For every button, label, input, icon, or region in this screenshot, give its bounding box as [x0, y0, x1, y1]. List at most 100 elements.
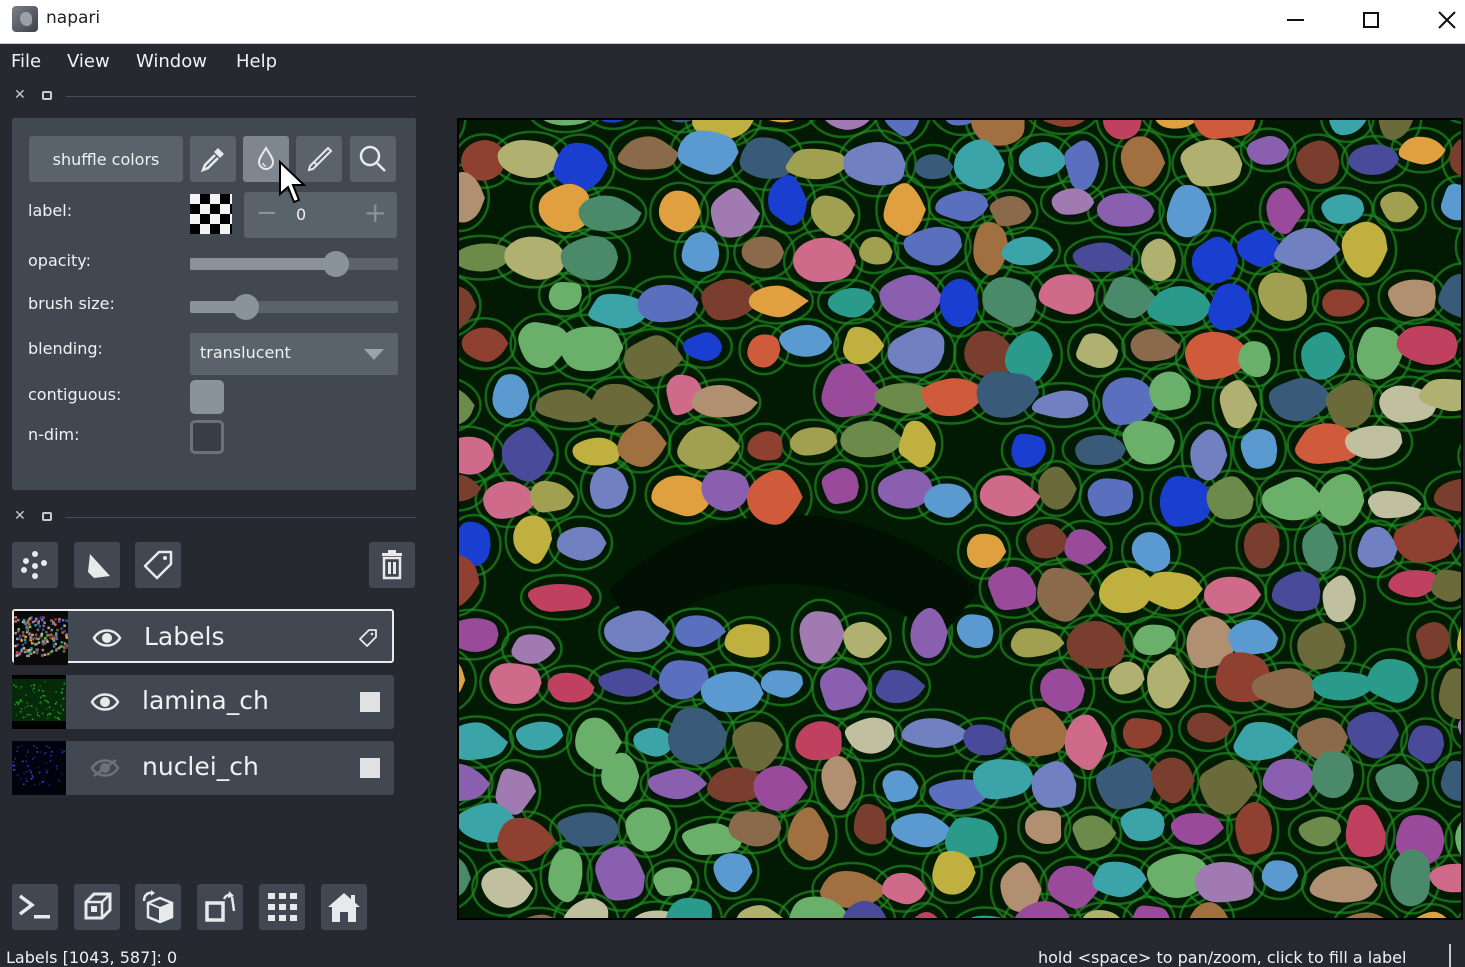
delete-layer-button[interactable]: [369, 542, 415, 588]
label-cell: [1311, 750, 1354, 799]
layer-row-labels[interactable]: Labels: [12, 609, 394, 665]
tag-icon: [143, 550, 173, 580]
toggle-3d-button[interactable]: [74, 884, 120, 930]
label-spinbox[interactable]: − 0 +: [244, 192, 397, 238]
new-labels-layer-button[interactable]: [135, 542, 181, 588]
thumbnail-pixel: [63, 682, 65, 685]
thumbnail-pixel: [33, 643, 37, 646]
thumbnail-pixel: [41, 712, 44, 715]
thumbnail-pixel: [31, 774, 33, 776]
thumbnail-pixel: [56, 717, 59, 719]
visibility-eye-icon[interactable]: [92, 627, 122, 649]
paint-mode-button[interactable]: [296, 136, 342, 182]
new-shapes-layer-button[interactable]: [74, 542, 120, 588]
thumbnail-pixel: [30, 770, 32, 772]
thumbnail-pixel: [36, 751, 39, 753]
nuclei-thumbnail-image: [12, 741, 66, 795]
maximize-button[interactable]: [1336, 0, 1406, 40]
layer-controls-dock-handle[interactable]: ✕: [12, 87, 416, 104]
thumbnail-pixel: [47, 652, 50, 656]
minimize-icon: [1286, 19, 1304, 21]
brush-size-slider[interactable]: [190, 294, 398, 320]
thumbnail-pixel: [65, 636, 68, 639]
thumbnail-pixel: [34, 624, 37, 627]
minimize-button[interactable]: [1260, 0, 1330, 40]
layer-row-lamina-ch[interactable]: lamina_ch: [12, 675, 394, 729]
thumbnail-pixel: [65, 646, 68, 649]
points-icon: [21, 551, 47, 579]
blending-label: blending:: [28, 339, 103, 358]
napari-logo-icon: [12, 6, 38, 32]
thumbnail-pixel: [50, 633, 53, 637]
opacity-slider[interactable]: [190, 251, 398, 277]
dock-float-icon[interactable]: [42, 512, 52, 521]
opacity-slider-handle[interactable]: [322, 251, 349, 277]
thumbnail-pixel: [32, 689, 34, 691]
layer-list-dock-handle[interactable]: ✕: [12, 508, 416, 525]
console-prompt-icon: [18, 894, 50, 919]
thumbnail-pixel: [16, 750, 18, 752]
layer-row-nuclei-ch[interactable]: nuclei_ch: [12, 741, 394, 795]
thumbnail-pixel: [38, 783, 41, 785]
thumbnail-pixel: [14, 769, 16, 771]
thumbnail-pixel: [20, 778, 22, 780]
thumbnail-pixel: [56, 628, 59, 632]
menu-window[interactable]: Window: [136, 51, 207, 72]
menu-view[interactable]: View: [67, 51, 110, 72]
dock-float-icon[interactable]: [42, 91, 52, 100]
menu-help[interactable]: Help: [236, 51, 277, 72]
layer-name[interactable]: Labels: [144, 622, 224, 651]
visibility-eye-hidden-icon[interactable]: [90, 757, 120, 779]
close-button[interactable]: [1412, 0, 1465, 40]
thumbnail-pixel: [28, 625, 32, 629]
label-value[interactable]: 0: [296, 205, 306, 224]
thumbnail-pixel: [25, 771, 28, 773]
thumbnail-pixel: [49, 760, 52, 762]
visibility-eye-icon[interactable]: [90, 691, 120, 713]
thumbnail-pixel: [55, 691, 57, 693]
label-decrement-button[interactable]: −: [256, 198, 278, 228]
blending-dropdown[interactable]: translucent: [190, 333, 398, 375]
roll-dims-button[interactable]: [135, 884, 181, 930]
layer-name[interactable]: nuclei_ch: [142, 752, 259, 781]
thumbnail-pixel: [46, 769, 49, 771]
menu-file[interactable]: File: [11, 51, 41, 72]
thumbnail-pixel: [41, 648, 45, 652]
home-button[interactable]: [321, 884, 367, 930]
thumbnail-pixel: [65, 619, 68, 622]
shuffle-colors-button[interactable]: shuffle colors: [29, 136, 183, 182]
layer-name[interactable]: lamina_ch: [142, 686, 269, 715]
thumbnail-pixel: [42, 690, 44, 692]
label-increment-button[interactable]: +: [364, 196, 387, 229]
new-points-layer-button[interactable]: [12, 542, 58, 588]
thumbnail-pixel: [17, 630, 20, 633]
dock-close-icon[interactable]: ✕: [14, 87, 26, 103]
viewer-canvas[interactable]: [457, 118, 1463, 920]
thumbnail-pixel: [36, 714, 39, 716]
thumbnail-pixel: [39, 751, 42, 753]
shapes-icon: [88, 554, 110, 578]
thumbnail-pixel: [33, 636, 37, 640]
status-bar-separator: [1449, 944, 1451, 967]
pan-zoom-mode-button[interactable]: [350, 136, 396, 182]
thumbnail-pixel: [48, 712, 51, 715]
picker-mode-button[interactable]: [190, 136, 236, 182]
thumbnail-pixel: [58, 712, 60, 714]
thumbnail-pixel: [55, 701, 58, 703]
thumbnail-pixel: [43, 621, 46, 624]
thumbnail-pixel: [45, 762, 47, 764]
thumbnail-pixel: [60, 692, 63, 694]
thumbnail-pixel: [59, 645, 63, 648]
contiguous-checkbox[interactable]: [190, 380, 224, 414]
thumbnail-pixel: [44, 752, 47, 754]
thumbnail-pixel: [52, 709, 55, 711]
brush-size-slider-handle[interactable]: [233, 294, 260, 320]
ndim-checkbox[interactable]: [190, 420, 224, 454]
fill-mode-button[interactable]: [243, 136, 289, 182]
console-button[interactable]: [12, 884, 58, 930]
thumbnail-pixel: [23, 620, 26, 623]
transpose-dims-button[interactable]: [197, 884, 243, 930]
labels-image[interactable]: [459, 120, 1463, 920]
dock-close-icon[interactable]: ✕: [14, 508, 26, 524]
grid-view-button[interactable]: [259, 884, 305, 930]
